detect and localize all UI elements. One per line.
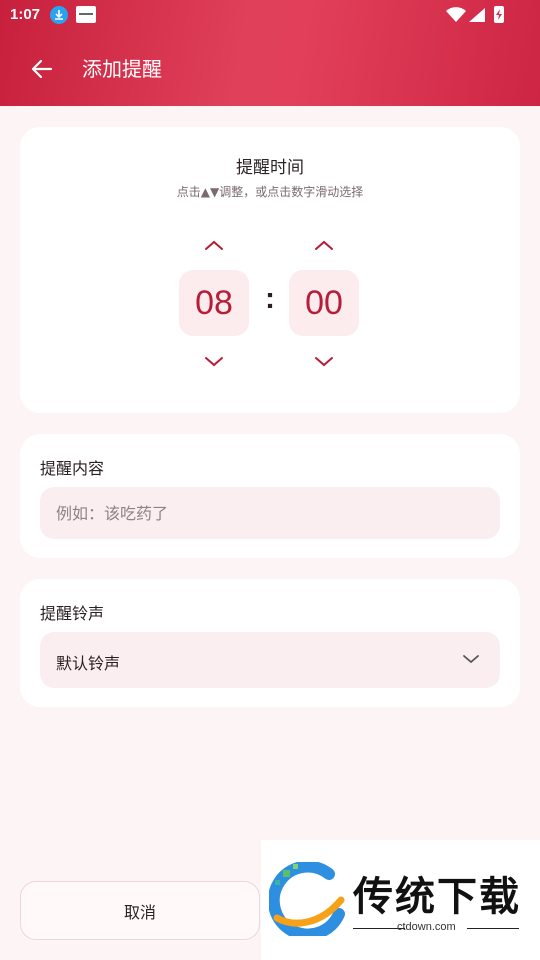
minute-increase-icon[interactable] — [312, 237, 336, 253]
minute-value[interactable]: 00 — [289, 270, 359, 336]
reminder-content-card: 提醒内容 — [20, 434, 520, 558]
wifi-icon — [446, 7, 466, 22]
app-notification-icon — [76, 6, 96, 23]
ctdown-logo — [269, 862, 345, 936]
hour-decrease-icon[interactable] — [202, 354, 226, 370]
status-bar: 1:07 — [0, 0, 540, 32]
hour-value[interactable]: 08 — [179, 270, 249, 336]
status-time: 1:07 — [10, 6, 41, 23]
chevron-down-icon — [463, 655, 479, 664]
watermark: 传统下载 ctdown.com — [261, 840, 540, 960]
cancel-button[interactable]: 取消 — [20, 881, 260, 940]
signal-icon — [469, 8, 485, 22]
back-arrow-icon[interactable] — [28, 55, 56, 83]
watermark-site: ctdown.com — [397, 921, 456, 933]
minute-decrease-icon[interactable] — [312, 354, 336, 370]
download-notification-icon — [50, 6, 68, 24]
page-title: 添加提醒 — [82, 57, 162, 81]
ringtone-select[interactable]: 默认铃声 — [40, 632, 500, 688]
time-card-hint: 点击▲▼调整，或点击数字滑动选择 — [176, 185, 364, 199]
hour-increase-icon[interactable] — [202, 237, 226, 253]
ringtone-card: 提醒铃声 默认铃声 — [20, 579, 520, 707]
app-header: 1:07 添加提醒 — [0, 0, 540, 106]
content-input[interactable] — [40, 487, 500, 539]
battery-icon — [494, 6, 504, 23]
ringtone-label: 提醒铃声 — [40, 604, 105, 623]
reminder-time-card: 提醒时间 点击▲▼调整，或点击数字滑动选择 08 : 00 — [20, 127, 520, 413]
watermark-brand: 传统下载 — [353, 874, 521, 920]
time-separator: : — [265, 282, 275, 315]
ringtone-selected-value: 默认铃声 — [56, 654, 121, 673]
content-label: 提醒内容 — [40, 459, 105, 478]
time-card-title: 提醒时间 — [236, 158, 304, 178]
watermark-line-right — [467, 928, 519, 929]
